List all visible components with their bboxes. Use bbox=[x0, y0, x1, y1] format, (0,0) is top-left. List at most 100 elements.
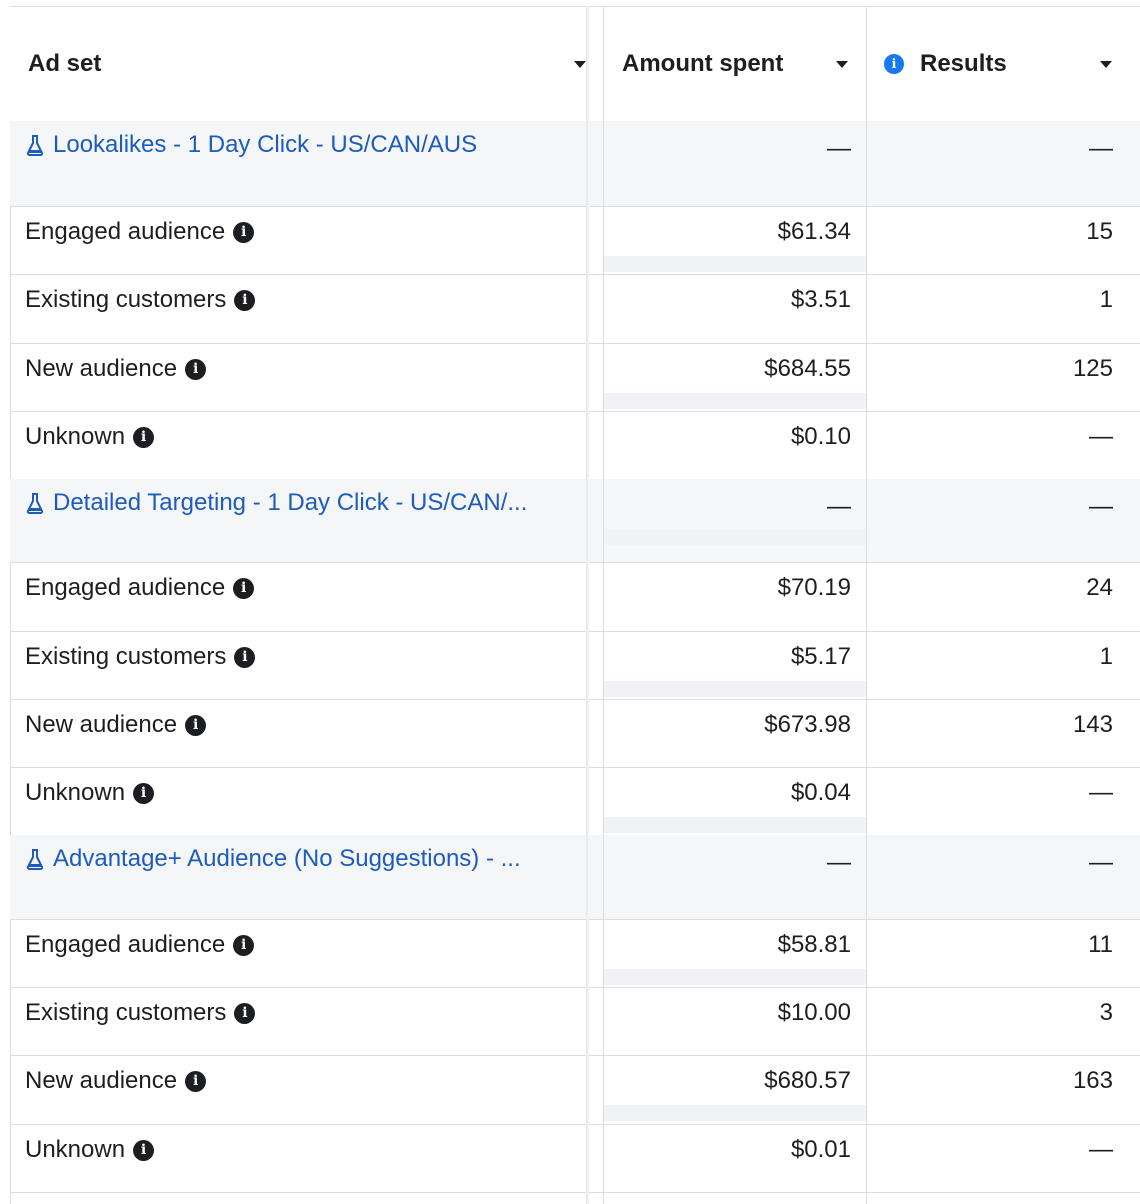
results-value: 1 bbox=[1099, 643, 1113, 670]
results-value: — bbox=[1089, 1136, 1113, 1163]
table-row[interactable]: Engaged audience i $58.81 11 bbox=[10, 919, 1140, 988]
info-icon[interactable]: i bbox=[133, 426, 155, 448]
row-name-text: Existing customers bbox=[25, 286, 227, 313]
table-row[interactable]: Unknown i $0.04 — bbox=[10, 767, 1140, 836]
ad-set-group-row[interactable]: Detailed Targeting - 1 Day Click - US/CA… bbox=[10, 479, 1140, 563]
row-name-text: Engaged audience bbox=[25, 574, 226, 601]
row-name-text: Unknown bbox=[25, 1136, 126, 1163]
row-name-text: New audience bbox=[25, 1067, 178, 1094]
info-icon[interactable]: i bbox=[233, 577, 255, 599]
column-header-ad-set[interactable]: Ad set bbox=[28, 7, 586, 121]
info-icon[interactable]: i bbox=[884, 54, 904, 74]
info-icon[interactable]: i bbox=[185, 358, 207, 380]
table-row[interactable]: New audience i $680.57 163 bbox=[10, 1055, 1140, 1125]
amount-spent-value: — bbox=[827, 493, 851, 520]
info-icon[interactable]: i bbox=[233, 934, 255, 956]
amount-spent-value: $0.04 bbox=[790, 779, 851, 806]
cell-stripe bbox=[604, 681, 866, 697]
table-row[interactable]: Existing customers i $3.51 1 bbox=[10, 274, 1140, 344]
row-name-text: Detailed Targeting - 1 Day Click - US/CA… bbox=[53, 489, 528, 516]
row-name-text: New audience bbox=[25, 711, 178, 738]
amount-spent-value: $3.51 bbox=[790, 286, 851, 313]
table-row[interactable]: New audience i $684.55 125 bbox=[10, 343, 1140, 412]
audience-segment-label: Existing customers i bbox=[25, 999, 256, 1027]
flask-icon bbox=[26, 493, 44, 514]
table-row[interactable]: Engaged audience i $61.34 15 bbox=[10, 206, 1140, 275]
caret-down-icon[interactable] bbox=[836, 61, 848, 68]
amount-spent-value: $0.10 bbox=[790, 423, 851, 450]
info-icon[interactable]: i bbox=[133, 782, 155, 804]
results-value: — bbox=[1089, 779, 1113, 806]
results-value: — bbox=[1089, 135, 1113, 162]
column-divider bbox=[866, 6, 867, 1204]
column-header-label: Results bbox=[920, 50, 1007, 77]
column-header-amount-spent[interactable]: Amount spent bbox=[622, 7, 866, 121]
results-value: 24 bbox=[1086, 574, 1113, 601]
results-value: — bbox=[1089, 423, 1113, 450]
info-icon[interactable]: i bbox=[234, 646, 256, 668]
cell-stripe bbox=[604, 256, 866, 272]
cell-stripe bbox=[604, 529, 866, 545]
amount-spent-value: $61.34 bbox=[777, 218, 851, 245]
cell-stripe bbox=[604, 969, 866, 985]
ad-set-name-link[interactable]: Advantage+ Audience (No Suggestions) - .… bbox=[25, 845, 521, 873]
frozen-column-divider bbox=[586, 6, 589, 1204]
amount-spent-value: $673.98 bbox=[764, 711, 851, 738]
row-name-text: Engaged audience bbox=[25, 931, 226, 958]
cell-stripe bbox=[604, 817, 866, 833]
results-value: 163 bbox=[1072, 1067, 1113, 1094]
results-value: 15 bbox=[1086, 218, 1113, 245]
amount-spent-value: $680.57 bbox=[764, 1067, 851, 1094]
amount-spent-value: — bbox=[827, 849, 851, 876]
results-value: 143 bbox=[1072, 711, 1113, 738]
cell-stripe bbox=[604, 1105, 866, 1121]
amount-spent-value: $0.01 bbox=[790, 1136, 851, 1163]
amount-spent-value: $5.17 bbox=[790, 643, 851, 670]
table-row[interactable]: Unknown i $0.01 — bbox=[10, 1124, 1140, 1193]
row-name-text: Lookalikes - 1 Day Click - US/CAN/AUS bbox=[53, 131, 478, 158]
column-header-label: Ad set bbox=[28, 50, 102, 77]
ad-set-name-link[interactable]: Detailed Targeting - 1 Day Click - US/CA… bbox=[25, 489, 527, 517]
amount-spent-value: — bbox=[827, 135, 851, 162]
row-name-text: Unknown bbox=[25, 779, 126, 806]
table-row[interactable]: Engaged audience i $70.19 24 bbox=[10, 562, 1140, 632]
info-icon[interactable]: i bbox=[234, 289, 256, 311]
row-name-text: Advantage+ Audience (No Suggestions) - .… bbox=[53, 845, 521, 872]
audience-segment-label: New audience i bbox=[25, 355, 207, 383]
column-header-results[interactable]: i Results bbox=[884, 7, 1140, 121]
amount-spent-value: $58.81 bbox=[777, 931, 851, 958]
cell-stripe bbox=[867, 885, 1140, 901]
results-value: — bbox=[1089, 849, 1113, 876]
audience-segment-label: Engaged audience i bbox=[25, 218, 255, 246]
table-row[interactable]: Unknown i $0.10 — bbox=[10, 411, 1140, 480]
results-value: 1 bbox=[1099, 286, 1113, 313]
ad-set-group-row[interactable]: Advantage+ Audience (No Suggestions) - .… bbox=[10, 835, 1140, 920]
results-value: 11 bbox=[1088, 931, 1113, 958]
info-icon[interactable]: i bbox=[133, 1139, 155, 1161]
flask-icon bbox=[26, 135, 44, 156]
results-value: 125 bbox=[1072, 355, 1113, 382]
results-value: — bbox=[1089, 493, 1113, 520]
caret-down-icon[interactable] bbox=[574, 61, 586, 68]
audience-segment-label: Unknown i bbox=[25, 423, 155, 451]
amount-spent-value: $10.00 bbox=[777, 999, 851, 1026]
audience-segment-label: Existing customers i bbox=[25, 286, 256, 314]
table-row[interactable]: New audience i $673.98 143 bbox=[10, 699, 1140, 768]
info-icon[interactable]: i bbox=[233, 221, 255, 243]
row-name-text: Unknown bbox=[25, 423, 126, 450]
info-icon[interactable]: i bbox=[185, 1070, 207, 1092]
row-name-text: New audience bbox=[25, 355, 178, 382]
info-icon[interactable]: i bbox=[185, 714, 207, 736]
row-name-text: Existing customers bbox=[25, 643, 227, 670]
audience-segment-label: Existing customers i bbox=[25, 643, 256, 671]
table-row[interactable]: Existing customers i $10.00 3 bbox=[10, 987, 1140, 1056]
ad-set-name-link[interactable]: Lookalikes - 1 Day Click - US/CAN/AUS bbox=[25, 131, 477, 159]
audience-segment-label: New audience i bbox=[25, 1067, 207, 1095]
caret-down-icon[interactable] bbox=[1100, 61, 1112, 68]
table-row[interactable]: Existing customers i $5.17 1 bbox=[10, 631, 1140, 700]
results-value: 3 bbox=[1099, 999, 1113, 1026]
column-header-label: Amount spent bbox=[622, 50, 784, 77]
info-icon[interactable]: i bbox=[234, 1002, 256, 1024]
audience-segment-label: New audience i bbox=[25, 711, 207, 739]
ad-set-group-row[interactable]: Lookalikes - 1 Day Click - US/CAN/AUS — — bbox=[10, 121, 1140, 207]
